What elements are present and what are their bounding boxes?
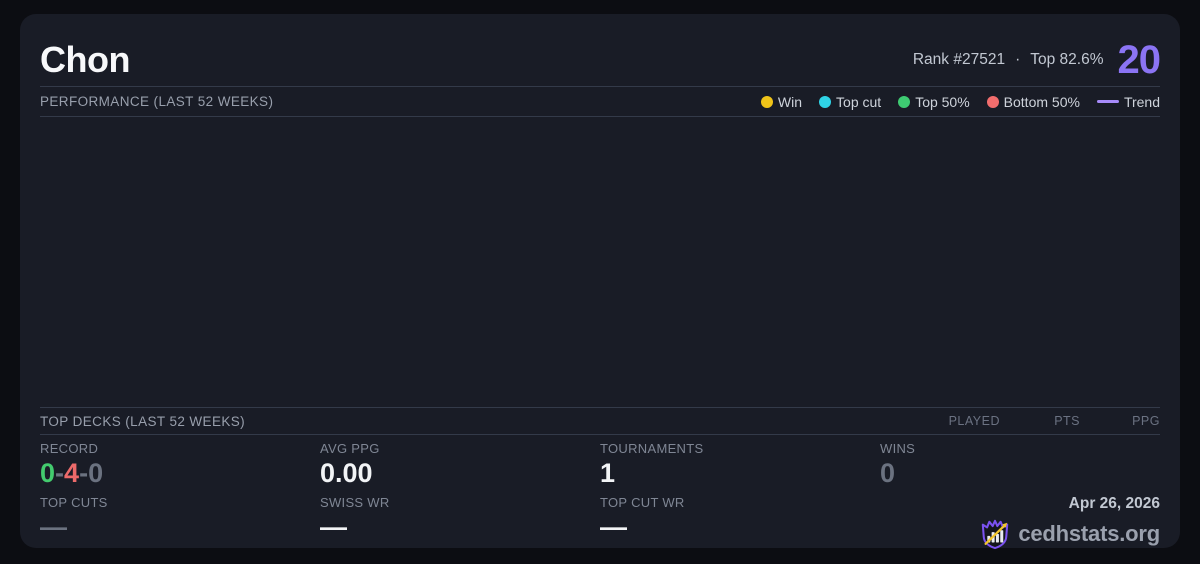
top-50-dot-icon	[898, 95, 911, 108]
cedhstats-logo-icon	[982, 519, 1009, 550]
record-value: 0-4-0	[40, 457, 320, 489]
record-losses: 4	[64, 458, 80, 488]
rank-separator-dot: ·	[1015, 50, 1021, 68]
legend-label: Trend	[1123, 93, 1160, 110]
stat-label: WINS	[880, 441, 916, 456]
legend-label: Top cut	[836, 93, 882, 110]
stat-top-cut-wr: TOP CUT WR —	[600, 489, 880, 550]
legend-label: Top 50%	[915, 93, 970, 110]
legend-label: Win	[777, 93, 803, 110]
top-decks-column-headers: PLAYED PTS PPG	[920, 414, 1160, 428]
top-cuts-value: —	[40, 512, 67, 542]
stat-label: TOURNAMENTS	[600, 441, 704, 456]
date-text: Apr 26, 2026	[1068, 495, 1160, 512]
legend-label: Bottom 50%	[1003, 93, 1080, 110]
score-value: 20	[1117, 37, 1161, 82]
performance-section-title: PERFORMANCE (LAST 52 WEEKS)	[40, 94, 274, 109]
record-wins: 0	[40, 458, 56, 488]
rank-text: Rank #27521	[912, 50, 1006, 68]
stat-label: TOP CUTS	[40, 495, 108, 510]
card-header: Chon Rank #27521 · Top 82.6% 20	[40, 34, 1161, 86]
stat-label: AVG PPG	[320, 441, 380, 456]
chart-legend: Win Top cut Top 50% Bottom 50% Trend	[760, 93, 1160, 110]
bottom-50-dot-icon	[986, 95, 999, 108]
top-cut-dot-icon	[819, 95, 832, 108]
performance-section-header: PERFORMANCE (LAST 52 WEEKS) Win Top cut …	[40, 87, 1160, 116]
column-header-ppg: PPG	[1132, 414, 1160, 428]
record-draws: 0	[88, 458, 104, 488]
stats-row-1: RECORD 0-4-0 AVG PPG 0.00 TOURNAMENTS 1 …	[40, 435, 1160, 489]
card-footer: Apr 26, 2026 cedhstats.org	[880, 489, 1160, 550]
avg-ppg-value: 0.00	[320, 458, 373, 488]
legend-item-bottom-50: Bottom 50%	[986, 93, 1080, 110]
player-name: Chon	[40, 38, 130, 80]
win-dot-icon	[760, 95, 773, 108]
legend-item-trend: Trend	[1096, 93, 1160, 110]
brand-text: cedhstats.org	[1018, 521, 1160, 546]
stat-label: SWISS WR	[320, 495, 390, 510]
stat-record: RECORD 0-4-0	[40, 435, 320, 489]
stats-row-2: TOP CUTS — SWISS WR — TOP CUT WR — Apr 2…	[40, 489, 1160, 550]
stat-avg-ppg: AVG PPG 0.00	[320, 435, 600, 489]
trend-line-icon	[1096, 100, 1119, 103]
stat-top-cuts: TOP CUTS —	[40, 489, 320, 550]
tournaments-value: 1	[600, 458, 616, 488]
column-header-played: PLAYED	[948, 414, 1000, 428]
stat-label: TOP CUT WR	[600, 495, 685, 510]
top-cut-wr-value: —	[600, 512, 627, 542]
record-separator: -	[79, 458, 89, 488]
stat-tournaments: TOURNAMENTS 1	[600, 435, 880, 489]
record-separator: -	[55, 458, 65, 488]
player-stats-card: Chon Rank #27521 · Top 82.6% 20 PERFORMA…	[20, 14, 1180, 550]
top-decks-section-header: TOP DECKS (LAST 52 WEEKS) PLAYED PTS PPG	[40, 408, 1160, 434]
rank-line: Rank #27521 · Top 82.6%	[913, 51, 1104, 69]
stat-wins: WINS 0	[880, 435, 1160, 489]
top-percent-text: Top 82.6%	[1030, 50, 1104, 68]
legend-item-win: Win	[760, 93, 803, 110]
legend-item-top-cut: Top cut	[819, 94, 881, 110]
brand: cedhstats.org	[980, 518, 1160, 550]
legend-item-top-50: Top 50%	[898, 93, 970, 110]
stat-swiss-wr: SWISS WR —	[320, 489, 600, 550]
stat-label: RECORD	[40, 441, 99, 456]
header-right: Rank #27521 · Top 82.6% 20	[913, 37, 1161, 82]
top-decks-section-title: TOP DECKS (LAST 52 WEEKS)	[40, 413, 246, 429]
wins-value: 0	[880, 458, 896, 488]
performance-chart-area	[40, 117, 1160, 407]
column-header-pts: PTS	[1054, 414, 1080, 428]
swiss-wr-value: —	[320, 512, 347, 542]
